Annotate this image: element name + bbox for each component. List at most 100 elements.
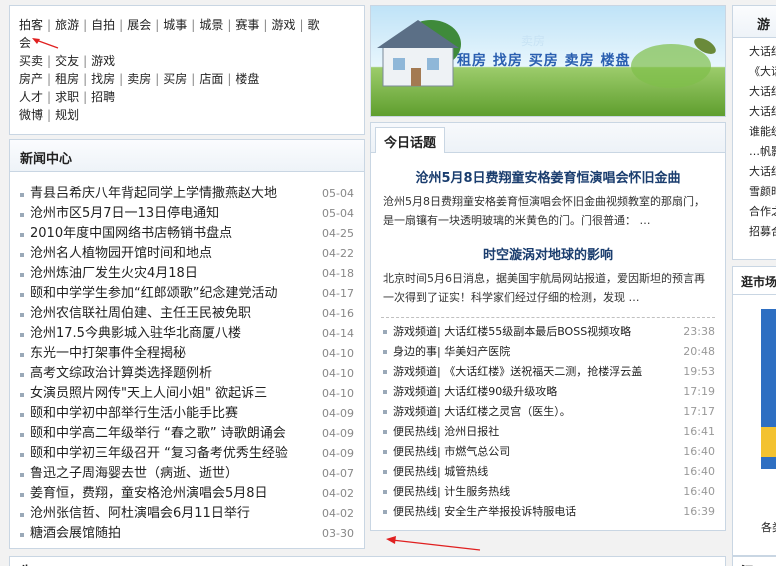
news-item-date: 04-09 — [322, 407, 354, 420]
news-item[interactable]: 沧州炼油厂发生火灾4月18日 04-18 — [20, 264, 354, 284]
news-item[interactable]: 2010年度中国网络书店畅销书盘点 04-25 — [20, 224, 354, 244]
news-item-title[interactable]: 沧州张信哲、阿杜演唱会6月11日举行 — [30, 506, 250, 521]
right-list-item[interactable]: 雪颜时 — [749, 182, 776, 202]
category-link[interactable]: 卖房 — [127, 72, 151, 86]
right-list-item[interactable]: 《大话 — [749, 62, 776, 82]
news-item[interactable]: 青县吕希庆八年背起同学上学情撒燕赵大地 05-04 — [20, 184, 354, 204]
category-link[interactable]: 旅游 — [55, 18, 79, 32]
category-link[interactable]: 赛事 — [235, 18, 259, 32]
hot-item[interactable]: 游戏频道| 大话红楼55级副本最后BOSS视频攻略 23:38 — [383, 322, 715, 342]
category-link[interactable]: 游戏 — [91, 54, 115, 68]
news-item[interactable]: 沧州市区5月7日一13日停电通知 05-04 — [20, 204, 354, 224]
hot-item[interactable]: 游戏频道| 大话红楼90级升级攻略 17:19 — [383, 382, 715, 402]
hot-item[interactable]: 便民热线| 计生服务热线 16:40 — [383, 482, 715, 502]
category-link[interactable]: 城景 — [199, 18, 223, 32]
news-item-title[interactable]: 女演员照片网传"天上人间小姐" 欲起诉三 — [30, 386, 267, 401]
category-link[interactable]: 交友 — [55, 54, 79, 68]
news-item-title[interactable]: 沧州名人植物园开馆时间和地点 — [30, 246, 212, 261]
hot-item[interactable]: 游戏频道| 《大话红楼》送祝福天二测，抢楼浮云盖 19:53 — [383, 362, 715, 382]
news-item-title[interactable]: 沧州炼油厂发生火灾4月18日 — [30, 266, 198, 281]
news-item-title[interactable]: 东光一中打架事件全程揭秘 — [30, 346, 186, 361]
hot-item-title[interactable]: 游戏频道| 大话红楼90级升级攻略 — [393, 385, 557, 398]
hot-item-title[interactable]: 便民热线| 市燃气总公司 — [393, 445, 510, 458]
category-link[interactable]: 展会 — [127, 18, 151, 32]
right-list-item[interactable]: 大话红 — [749, 82, 776, 102]
hot-item-title[interactable]: 游戏频道| 大话红楼之灵宫（医生）。 — [393, 405, 571, 418]
right-list-item[interactable]: 大话红 — [749, 162, 776, 182]
hot-item-title[interactable]: 便民热线| 城管热线 — [393, 465, 488, 478]
category-link[interactable]: 店面 — [199, 72, 223, 86]
news-item-title[interactable]: 颐和中学初中部举行生活小能手比赛 — [30, 406, 238, 421]
category-link[interactable]: 游戏 — [271, 18, 295, 32]
right-list-item[interactable]: 大话红 — [749, 42, 776, 62]
hot-item[interactable]: 便民热线| 沧州日报社 16:41 — [383, 422, 715, 442]
news-item[interactable]: 女演员照片网传"天上人间小姐" 欲起诉三 04-10 — [20, 384, 354, 404]
news-item[interactable]: 沧州张信哲、阿杜演唱会6月11日举行 04-02 — [20, 504, 354, 524]
hot-item-title[interactable]: 便民热线| 计生服务热线 — [393, 485, 510, 498]
news-item-date: 04-09 — [322, 427, 354, 440]
hot-item[interactable]: 便民热线| 安全生产举报投诉特服电话 16:39 — [383, 502, 715, 522]
category-link[interactable]: 买卖 — [19, 54, 43, 68]
news-item[interactable]: 沧州农信联社周伯建、主任王民被免职 04-16 — [20, 304, 354, 324]
category-link[interactable]: 城事 — [163, 18, 187, 32]
right-list-item[interactable]: 大话红 — [749, 102, 776, 122]
right-list-item[interactable]: 招募合 — [749, 222, 776, 242]
news-item[interactable]: 沧州17.5今典影城入驻华北商厦八楼 04-14 — [20, 324, 354, 344]
news-item-title[interactable]: 沧州市区5月7日一13日停电通知 — [30, 206, 219, 221]
category-link[interactable]: 买房 — [163, 72, 187, 86]
right-list-item[interactable]: 谁能统 — [749, 122, 776, 142]
story-1-title[interactable]: 沧州5月8日费翔童安格姜育恒演唱会怀旧金曲 — [371, 167, 725, 186]
category-link[interactable]: 人才 — [19, 90, 43, 104]
house-banner[interactable]: 卖房 租房 找房 买房 卖房 楼盘 — [370, 5, 726, 117]
hot-item[interactable]: 游戏频道| 大话红楼之灵宫（医生）。 17:17 — [383, 402, 715, 422]
hot-item-title[interactable]: 游戏频道| 《大话红楼》送祝福天二测，抢楼浮云盖 — [393, 365, 642, 378]
news-item[interactable]: 糖酒会展馆随拍 03-30 — [20, 524, 354, 544]
news-item[interactable]: 颐和中学初三年级召开 “复习备考优秀生经验 04-09 — [20, 444, 354, 464]
category-link[interactable]: 微博 — [19, 108, 43, 122]
market-ad-yellow[interactable] — [761, 427, 776, 457]
news-item-title[interactable]: 颐和中学初三年级召开 “复习备考优秀生经验 — [30, 446, 288, 461]
news-item[interactable]: 姜育恒，费翔，童安格沧州演唱会5月8日 04-02 — [20, 484, 354, 504]
category-link[interactable]: 招聘 — [91, 90, 115, 104]
news-item-title[interactable]: 青县吕希庆八年背起同学上学情撒燕赵大地 — [30, 186, 277, 201]
category-link[interactable]: 楼盘 — [235, 72, 259, 86]
hot-item[interactable]: 身边的事| 华美妇产医院 20:48 — [383, 342, 715, 362]
category-link[interactable]: 找房 — [91, 72, 115, 86]
hot-item-title[interactable]: 便民热线| 沧州日报社 — [393, 425, 499, 438]
category-link[interactable]: 房产 — [19, 72, 43, 86]
news-item[interactable]: 沧州名人植物园开馆时间和地点 04-22 — [20, 244, 354, 264]
hot-item-title[interactable]: 便民热线| 安全生产举报投诉特服电话 — [393, 505, 576, 518]
news-item[interactable]: 鲁迅之子周海婴去世（病逝、逝世） 04-07 — [20, 464, 354, 484]
news-item-title[interactable]: 沧州农信联社周伯建、主任王民被免职 — [30, 306, 251, 321]
right-list-item[interactable]: …帆影 — [749, 142, 776, 162]
news-item-title[interactable]: 2010年度中国网络书店畅销书盘点 — [30, 226, 232, 241]
category-row-2: 买卖 | 交友 | 游戏 — [19, 52, 356, 70]
news-item-title[interactable]: 鲁迅之子周海婴去世（病逝、逝世） — [30, 466, 238, 481]
news-item-title[interactable]: 糖酒会展馆随拍 — [30, 526, 121, 541]
category-link[interactable]: 歌 — [308, 18, 320, 32]
news-item-title[interactable]: 颐和中学学生参加“红郎颂歌”纪念建党活动 — [30, 286, 277, 301]
category-link[interactable]: 拍客 — [19, 18, 43, 32]
hot-item[interactable]: 便民热线| 城管热线 16:40 — [383, 462, 715, 482]
hot-item-title[interactable]: 游戏频道| 大话红楼55级副本最后BOSS视频攻略 — [393, 325, 631, 338]
news-item[interactable]: 颐和中学初中部举行生活小能手比赛 04-09 — [20, 404, 354, 424]
hot-item-title[interactable]: 身边的事| 华美妇产医院 — [393, 345, 510, 358]
news-item-title[interactable]: 高考文综政治计算类选择题例析 — [30, 366, 212, 381]
hot-item-time: 16:40 — [683, 465, 715, 478]
hot-item[interactable]: 便民热线| 市燃气总公司 16:40 — [383, 442, 715, 462]
news-item[interactable]: 颐和中学高二年级举行 “春之歌” 诗歌朗诵会 04-09 — [20, 424, 354, 444]
news-item[interactable]: 高考文综政治计算类选择题例析 04-10 — [20, 364, 354, 384]
news-item-title[interactable]: 姜育恒，费翔，童安格沧州演唱会5月8日 — [30, 486, 268, 501]
story-2-title[interactable]: 时空漩涡对地球的影响 — [371, 244, 725, 263]
tab-today-topics[interactable]: 今日话题 — [375, 127, 446, 153]
category-link[interactable]: 自拍 — [91, 18, 115, 32]
category-link[interactable]: 规划 — [55, 108, 79, 122]
news-item-title[interactable]: 沧州17.5今典影城入驻华北商厦八楼 — [30, 326, 241, 341]
news-item[interactable]: 颐和中学学生参加“红郎颂歌”纪念建党活动 04-17 — [20, 284, 354, 304]
news-item[interactable]: 东光一中打架事件全程揭秘 04-10 — [20, 344, 354, 364]
category-link[interactable]: 租房 — [55, 72, 79, 86]
category-link[interactable]: 求职 — [55, 90, 79, 104]
news-item-title[interactable]: 颐和中学高二年级举行 “春之歌” 诗歌朗诵会 — [30, 426, 286, 441]
right-list-item[interactable]: 合作之 — [749, 202, 776, 222]
news-center-title: 新闻中心 — [10, 140, 364, 172]
